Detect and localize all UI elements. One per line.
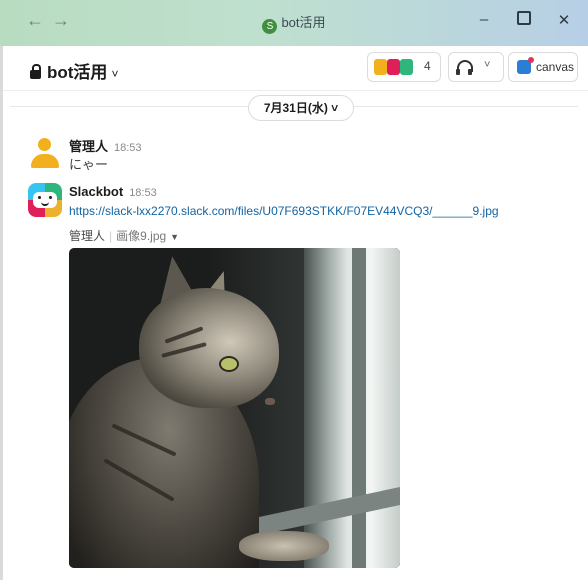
sender-name[interactable]: Slackbot [69, 184, 123, 199]
channel-name-button[interactable]: bot活用 ˅ [30, 58, 118, 83]
member-avatar-icon [374, 59, 387, 75]
message-sender[interactable]: 管理人 18:53 [69, 136, 142, 155]
file-meta-separator: | [109, 229, 113, 243]
caret-down-icon[interactable]: ▼ [170, 232, 179, 242]
slackbot-face-icon [33, 192, 57, 208]
window-title-text: bot活用 [281, 15, 326, 30]
lock-icon [30, 64, 41, 79]
window-title: Sbot活用 [0, 12, 588, 34]
image-cat-eye [219, 356, 239, 372]
window-titlebar: ← → Sbot活用 – ✕ [0, 0, 588, 46]
attached-image[interactable] [69, 248, 400, 568]
minimize-icon[interactable]: – [473, 11, 495, 28]
file-meta: 管理人 | 画像9.jpg ▼ [69, 227, 179, 244]
members-button[interactable]: 4 [367, 52, 441, 82]
huddle-button[interactable]: ˅ [448, 52, 504, 82]
member-count: 4 [424, 59, 431, 73]
sender-name[interactable]: 管理人 [69, 139, 108, 154]
image-cat-paw [239, 531, 329, 561]
file-uploader[interactable]: 管理人 [69, 229, 105, 243]
canvas-button[interactable]: canvas [508, 52, 578, 82]
slackbot-avatar[interactable] [28, 183, 62, 217]
window-left-edge [0, 46, 3, 580]
channel-name: bot活用 [47, 63, 108, 82]
message-sender[interactable]: Slackbot 18:53 [69, 184, 157, 199]
message-time[interactable]: 18:53 [114, 142, 142, 154]
canvas-icon [517, 57, 534, 74]
image-cat-head [139, 288, 279, 408]
message-text: にゃー [69, 157, 109, 172]
maximize-icon[interactable] [513, 11, 535, 28]
close-icon[interactable]: ✕ [553, 11, 575, 29]
user-avatar-icon [38, 138, 51, 151]
date-divider-button[interactable]: 7月31日(水) ˅ [248, 95, 354, 121]
image-cat-nose [265, 398, 275, 405]
canvas-label: canvas [536, 60, 575, 74]
file-name[interactable]: 画像9.jpg [116, 229, 166, 243]
slack-app-icon: S [262, 19, 278, 34]
image-window-frame [352, 248, 366, 568]
member-avatar-icon [387, 59, 400, 75]
message-time[interactable]: 18:53 [129, 187, 157, 199]
member-avatar-icon [400, 59, 413, 75]
user-avatar-body [31, 154, 59, 168]
headphones-icon [456, 60, 473, 75]
avatar[interactable] [28, 135, 62, 169]
chevron-down-icon[interactable]: ˅ [484, 59, 490, 71]
chevron-down-icon: ˅ [111, 67, 119, 81]
file-link[interactable]: https://slack-lxx2270.slack.com/files/U0… [69, 204, 499, 218]
